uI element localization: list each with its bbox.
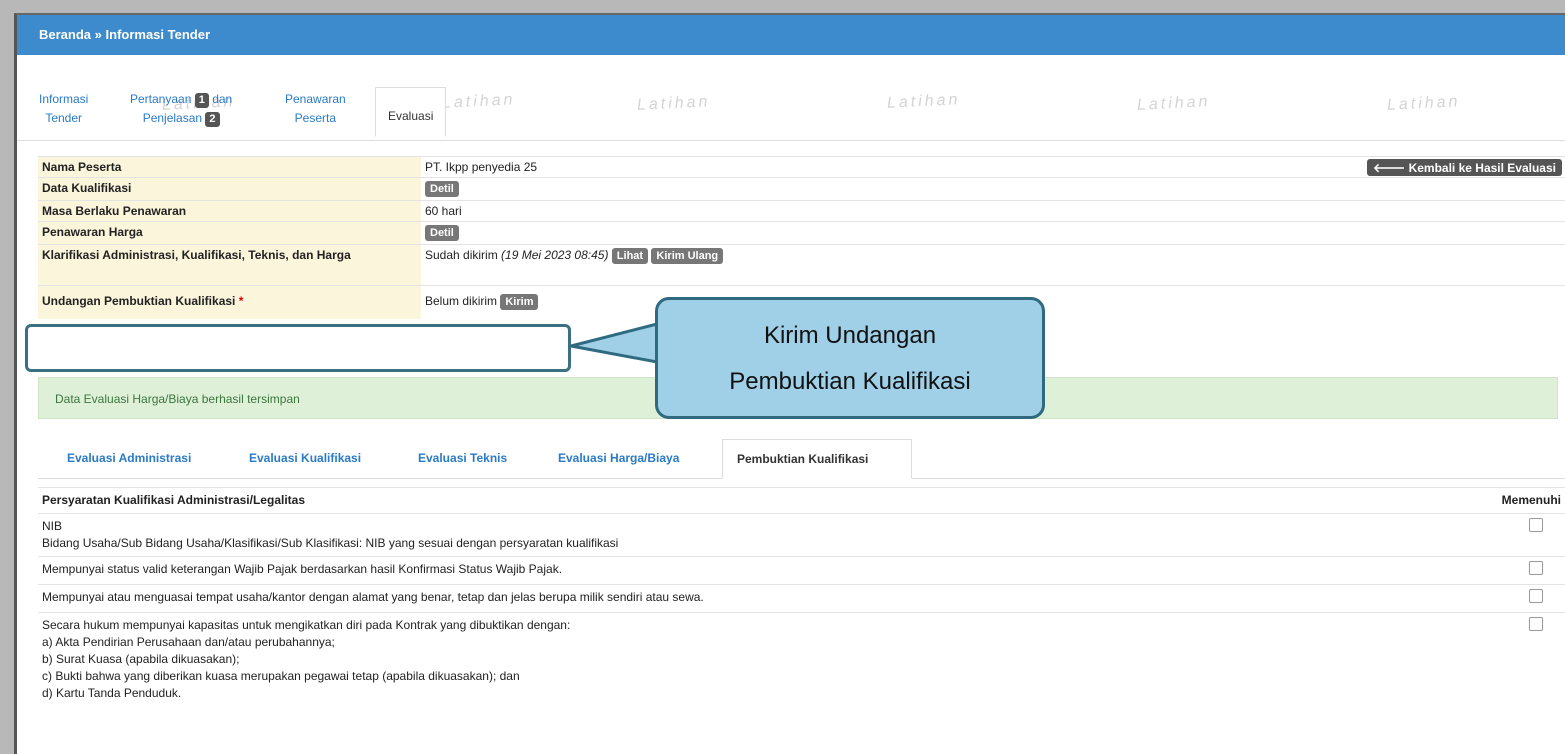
tab-informasi-tender[interactable]: Informasi Tender [39,90,88,128]
label-klarifikasi: Klarifikasi Administrasi, Kualifikasi, T… [38,244,421,286]
tab-evaluasi[interactable]: Evaluasi [375,87,447,137]
value-undangan-status: Belum dikirim [425,294,498,308]
required-mark: * [238,294,244,308]
subtab-evaluasi-administrasi[interactable]: Evaluasi Administrasi [67,439,191,477]
value-klarifikasi-date: (19 Mei 2023 08:45) [501,248,609,262]
table-row: Mempunyai status valid keterangan Wajib … [38,556,1565,585]
callout-body: Kirim Undangan Pembuktian Kualifikasi [655,297,1045,419]
requirements-header: Persyaratan Kualifikasi Administrasi/Leg… [38,487,1467,514]
lihat-button[interactable]: Lihat [611,248,649,264]
top-tabs: Latihan Latihan Latihan Latihan Latihan … [17,55,1565,141]
kirim-ulang-button[interactable]: Kirim Ulang [651,248,724,264]
detil-kualifikasi-button[interactable]: Detil [425,181,459,197]
memenuhi-checkbox[interactable] [1529,589,1543,603]
watermark: Latihan [886,91,961,112]
memenuhi-header: Memenuhi [1467,487,1565,514]
back-to-results-button[interactable]: 🡐 Kembali ke Hasil Evaluasi [1367,159,1562,176]
value-klarifikasi-status: Sudah dikirim [425,248,498,262]
value-masa-berlaku: 60 hari [421,200,1565,222]
table-row: Mempunyai atau menguasai tempat usaha/ka… [38,584,1565,613]
requirements-table: Persyaratan Kualifikasi Administrasi/Leg… [38,487,1565,706]
watermark: Latihan [1136,93,1211,114]
label-undangan: Undangan Pembuktian Kualifikasi * [38,285,421,319]
subtab-evaluasi-harga[interactable]: Evaluasi Harga/Biaya [558,439,679,477]
memenuhi-checkbox[interactable] [1529,518,1543,532]
label-nama-peserta: Nama Peserta [38,156,421,178]
watermark: Latihan [1386,93,1461,114]
table-row: Secara hukum mempunyai kapasitas untuk m… [38,612,1565,706]
breadcrumb-home[interactable]: Beranda [39,27,91,42]
memenuhi-checkbox[interactable] [1529,617,1543,631]
label-data-kualifikasi: Data Kualifikasi [38,177,421,201]
kirim-undangan-button[interactable]: Kirim [500,294,539,310]
table-row: NIB Bidang Usaha/Sub Bidang Usaha/Klasif… [38,513,1565,557]
count-badge: 1 [194,93,209,108]
evaluation-subtabs: Evaluasi Administrasi Evaluasi Kualifika… [38,439,1565,479]
label-masa-berlaku: Masa Berlaku Penawaran [38,200,421,222]
subtab-evaluasi-teknis[interactable]: Evaluasi Teknis [418,439,507,477]
value-nama-peserta: PT. Ikpp penyedia 25 [425,160,538,174]
participant-info-table: Nama Peserta PT. Ikpp penyedia 25 🡐 Kemb… [38,156,1565,319]
subtab-evaluasi-kualifikasi[interactable]: Evaluasi Kualifikasi [249,439,361,477]
breadcrumb-current: Informasi Tender [105,27,211,42]
breadcrumb: Beranda » Informasi Tender [17,15,1565,55]
arrow-left-icon: 🡐 [1373,161,1406,175]
callout: Kirim Undangan Pembuktian Kualifikasi [570,297,1045,419]
tab-penawaran-peserta[interactable]: Penawaran Peserta [285,90,346,128]
watermark: Latihan [441,91,516,112]
tab-pertanyaan-penjelasan[interactable]: Pertanyaan 1 dan Penjelasan 2 [130,90,232,128]
watermark: Latihan [636,93,711,114]
highlight-box [25,324,571,372]
label-penawaran-harga: Penawaran Harga [38,221,421,245]
detil-harga-button[interactable]: Detil [425,225,459,241]
memenuhi-checkbox[interactable] [1529,561,1543,575]
subtab-pembuktian-kualifikasi[interactable]: Pembuktian Kualifikasi [722,439,912,479]
breadcrumb-separator: » [94,27,102,42]
count-badge: 2 [205,112,220,127]
